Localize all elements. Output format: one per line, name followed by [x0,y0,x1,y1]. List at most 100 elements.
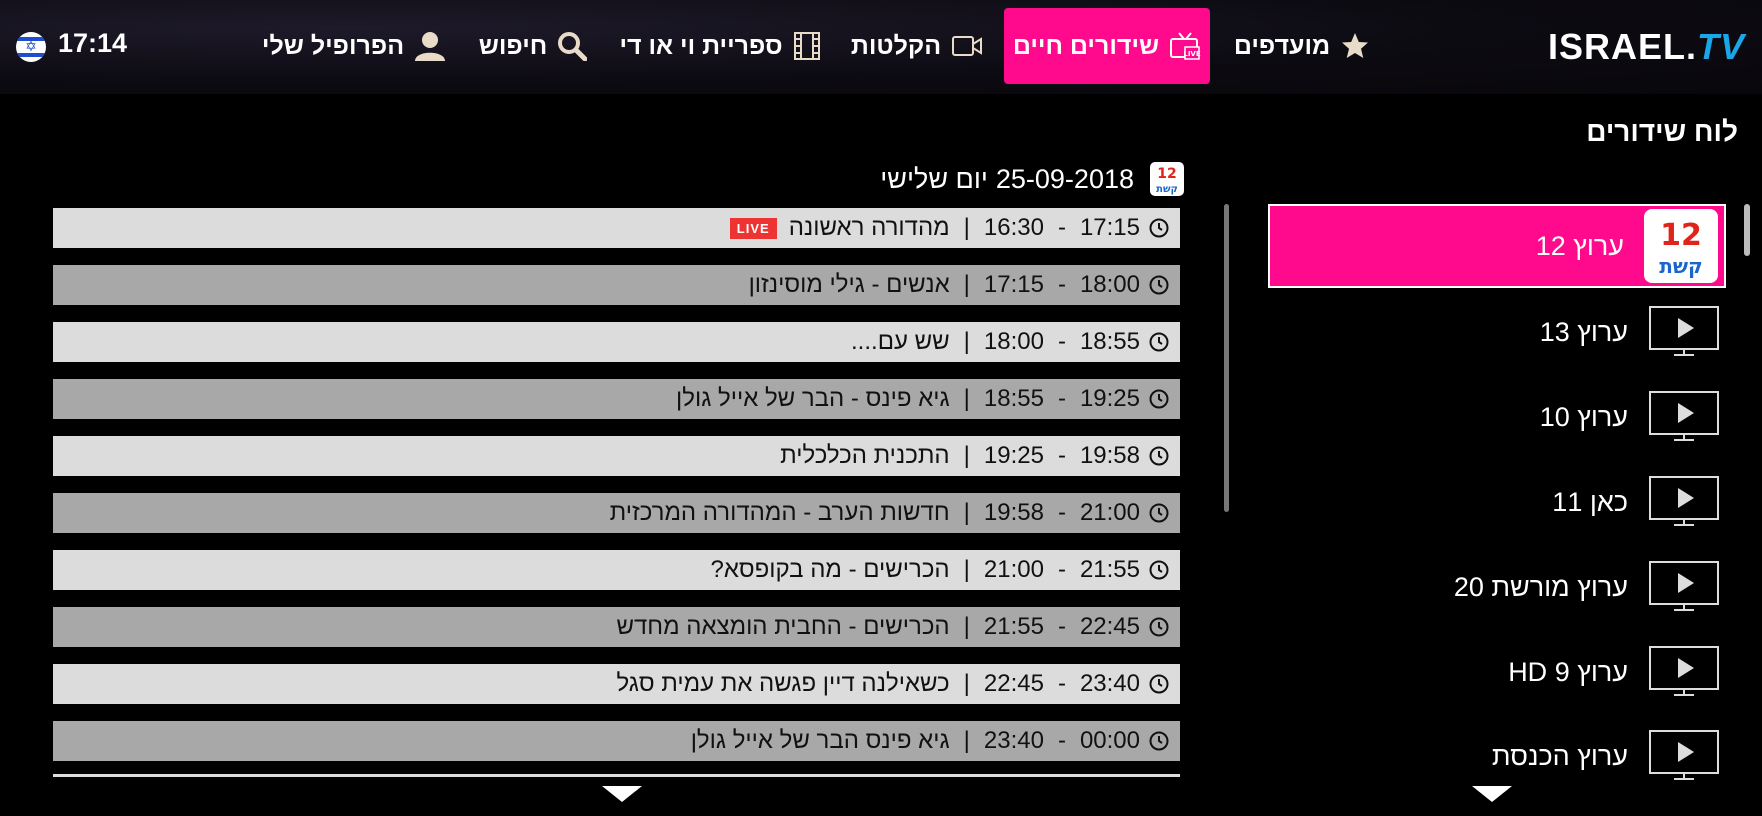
nav-recordings-label: הקלטות [850,31,942,60]
time-separator: - [1057,727,1066,754]
program-start-time: 17:15 [983,271,1044,298]
logo-brand: קשת [1659,254,1703,278]
channel-list-scrollbar[interactable] [1744,204,1750,256]
program-end-time: 19:58 [1079,442,1140,469]
video-camera-icon [951,34,983,58]
program-start-time: 18:00 [983,328,1044,355]
program-end-time: 17:15 [1079,214,1140,241]
program-start-time: 21:00 [983,556,1044,583]
live-badge: LIVE [729,217,777,239]
clock-icon [1148,559,1170,581]
tv-play-icon [1648,390,1720,444]
svg-text:LIVE: LIVE [1184,50,1201,58]
search-icon [557,31,588,61]
program-end-time: 18:55 [1079,328,1140,355]
nav-live[interactable]: LIVE שידורים חיים [1004,8,1210,84]
live-tv-icon: LIVE [1169,31,1201,61]
clock-icon [1148,730,1170,752]
program-row[interactable]: 19:25 - 18:55 | גיא פינס - הבר של אייל ג… [53,379,1180,419]
program-title: הכרישים - מה בקופסא? [710,556,950,583]
channel-item-kan-11[interactable]: כאן 11 [1268,460,1726,544]
program-row[interactable]: 18:55 - 18:00 | שש עם.... [53,322,1180,362]
title-separator: | [963,499,970,526]
clock-icon [1148,217,1170,239]
channel-item-9-hd[interactable]: ערוץ 9 HD [1268,630,1726,714]
channel-name: ערוץ הכנסת [1491,740,1628,771]
program-title: הכרישים - החבית הומצאה מחדש [616,613,950,640]
program-end-time: 00:00 [1079,727,1140,754]
title-separator: | [963,271,970,298]
title-separator: | [963,670,970,697]
clock-icon [1148,331,1170,353]
mini-logo-number: 12 [1157,166,1176,182]
schedule-date: 25-09-2018 [995,163,1134,194]
star-icon [1340,31,1370,61]
program-row[interactable]: 19:58 - 19:25 | התכנית הכלכלית [53,436,1180,476]
nav-profile[interactable]: הפרופיל שלי [262,8,446,84]
title-separator: | [963,613,970,640]
schedule-scroll-down-arrow-icon[interactable] [602,786,642,802]
program-title: חדשות הערב - המהדורה המרכזית [609,499,950,526]
program-end-time: 22:45 [1079,613,1140,640]
nav-favorites-label: מועדפים [1233,31,1331,60]
schedule-scrollbar[interactable] [1224,204,1229,512]
program-row[interactable]: 18:00 - 17:15 | אנשים - גילי מוסינזון [53,265,1180,305]
channel-name: ערוץ 13 [1539,316,1628,347]
program-end-time: 19:25 [1079,385,1140,412]
channel-name: ערוץ מורשת 20 [1453,571,1628,602]
channel-item-13[interactable]: ערוץ 13 [1268,290,1726,374]
time-separator: - [1057,328,1066,355]
program-title: התכנית הכלכלית [780,442,950,469]
israel-tv-logo: ISRAEL.TV [1548,26,1745,68]
nav-vod[interactable]: ספריית וי או די [619,8,820,84]
time-separator: - [1057,271,1066,298]
program-start-time: 18:55 [983,385,1044,412]
schedule-header: 12 קשת 25-09-2018 יום שלישי [880,162,1184,196]
nav-search-label: חיפוש [478,31,548,60]
nav-search[interactable]: חיפוש [478,8,588,84]
nav-recordings[interactable]: הקלטות [850,8,983,84]
clock-icon [1148,673,1170,695]
film-icon [793,31,821,61]
program-row[interactable]: 21:00 - 19:58 | חדשות הערב - המהדורה המר… [53,493,1180,533]
channel-item-12[interactable]: ערוץ 12 12 קשת [1268,204,1726,288]
program-row[interactable]: 17:15 - 16:30 | מהדורה ראשונה LIVE [53,208,1180,248]
program-start-time: 19:25 [983,442,1044,469]
tv-play-icon [1648,645,1720,699]
title-separator: | [963,556,970,583]
tv-play-icon [1648,475,1720,529]
title-separator: | [963,442,970,469]
keshet-12-logo-icon: 12 קשת [1644,209,1718,283]
program-end-time: 21:55 [1079,556,1140,583]
program-row[interactable]: 23:40 - 22:45 | כשאילנה דיין פגשה את עמי… [53,664,1180,704]
time-separator: - [1057,556,1066,583]
program-row[interactable]: 21:55 - 21:00 | הכרישים - מה בקופסא? [53,550,1180,590]
tv-play-icon [1648,729,1720,783]
time-separator: - [1057,613,1066,640]
nav-profile-label: הפרופיל שלי [261,31,405,60]
channel-name: ערוץ 12 [1535,230,1624,261]
program-title: גיא פינס - הבר של אייל גולן [676,385,950,412]
program-start-time: 23:40 [983,727,1044,754]
time-separator: - [1057,670,1066,697]
channel-list-scroll-down-arrow-icon[interactable] [1472,786,1512,802]
schedule-divider [53,774,1180,777]
program-row[interactable]: 22:45 - 21:55 | הכרישים - החבית הומצאה מ… [53,607,1180,647]
logo-text: ISRAEL. [1548,26,1698,67]
channel-item-10[interactable]: ערוץ 10 [1268,375,1726,459]
time-separator: - [1057,499,1066,526]
program-start-time: 22:45 [983,670,1044,697]
clock-icon [1148,274,1170,296]
program-end-time: 21:00 [1079,499,1140,526]
channel-item-moreshet-20[interactable]: ערוץ מורשת 20 [1268,545,1726,629]
tv-play-icon [1648,305,1720,359]
program-row[interactable]: 00:00 - 23:40 | גיא פינס הבר של אייל גול… [53,721,1180,761]
user-icon [414,31,446,61]
title-separator: | [963,385,970,412]
schedule-day: יום שלישי [880,163,988,194]
title-separator: | [963,727,970,754]
nav-favorites[interactable]: מועדפים [1232,8,1372,84]
israel-flag-icon: ✡ [16,32,46,62]
channel-name: ערוץ 10 [1539,401,1628,432]
clock-icon [1148,502,1170,524]
